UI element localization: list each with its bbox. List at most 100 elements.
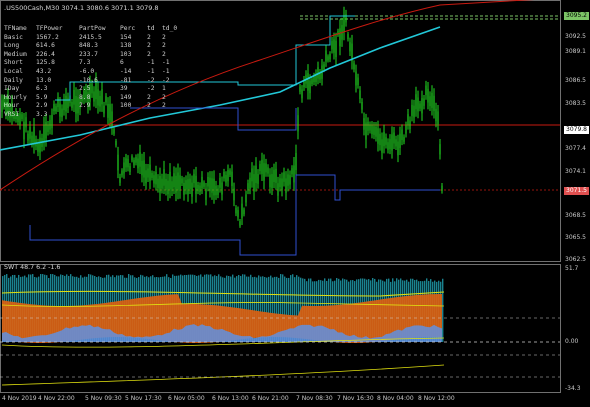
price-candle: [259, 164, 261, 172]
price-candle: [309, 80, 311, 94]
price-candle: [405, 125, 407, 134]
price-candle: [37, 143, 39, 152]
price-candle: [441, 185, 443, 191]
table-cell: -81: [120, 76, 132, 84]
table-cell: Perc: [120, 25, 136, 32]
price-candle: [23, 121, 25, 140]
table-cell: 154: [120, 33, 132, 41]
price-candle: [195, 175, 197, 194]
price-candle: [239, 221, 241, 226]
price-candle: [365, 122, 367, 140]
price-candle: [385, 137, 387, 145]
price-candle: [429, 96, 431, 107]
table-cell: [120, 111, 147, 120]
price-candle: [229, 170, 231, 175]
price-candle: [287, 174, 289, 186]
table-cell: Hourly: [4, 93, 27, 101]
price-candle: [241, 203, 243, 218]
table-cell: 2: [147, 42, 151, 50]
price-candle: [119, 176, 121, 183]
table-cell: -14: [120, 67, 132, 75]
table-cell: 100: [120, 102, 132, 110]
price-candle: [263, 163, 265, 181]
table-cell: 2: [147, 33, 151, 41]
price-candle: [201, 176, 203, 189]
price-candle: [403, 136, 405, 142]
price-candle: [153, 175, 155, 184]
price-candle: [173, 173, 175, 188]
price-candle: [245, 194, 247, 203]
price-candle: [155, 171, 157, 185]
price-candle: [273, 169, 275, 182]
table-cell: td: [147, 25, 155, 32]
price-candle: [413, 105, 415, 118]
price-candle: [183, 182, 185, 195]
table-cell: -6.0: [79, 67, 95, 75]
indicator-axis-label: -34.3: [565, 385, 581, 392]
table-cell: 13.0: [36, 76, 52, 84]
price-candle: [391, 134, 393, 151]
table-cell: 614.6: [36, 42, 55, 50]
price-tag-top: 3095.2: [564, 12, 589, 20]
table-cell: 8.8: [79, 93, 91, 101]
time-axis-label: 6 Nov 21:00: [252, 395, 289, 402]
price-candle: [349, 42, 351, 52]
table-cell: 138: [120, 42, 132, 50]
price-candle: [283, 172, 285, 182]
price-candle: [363, 118, 365, 130]
table-cell: TFPower: [36, 25, 63, 32]
indicator-axis-label: 51.7: [565, 265, 579, 272]
price-candle: [121, 170, 123, 176]
price-candle: [159, 175, 161, 193]
table-cell: 2.9: [36, 102, 48, 110]
price-axis-label: 3074.1: [565, 168, 586, 175]
price-candle: [161, 178, 163, 189]
price-candle: [347, 34, 349, 40]
price-candle: [135, 157, 137, 163]
price-candle: [277, 183, 279, 196]
price-candle: [217, 188, 219, 195]
time-axis-label: 5 Nov 17:30: [125, 395, 162, 402]
price-candle: [143, 160, 145, 178]
price-candle: [437, 111, 439, 125]
table-cell: 848.3: [79, 42, 98, 50]
table-cell: Medium: [4, 50, 27, 58]
table-cell: 2: [147, 93, 151, 101]
price-candle: [399, 133, 401, 148]
table-cell: -1: [147, 67, 155, 75]
price-candle: [301, 89, 303, 99]
price-candle: [331, 41, 333, 50]
price-candle: [209, 177, 211, 191]
price-tag-current: 3079.8: [564, 126, 589, 134]
price-candle: [335, 40, 337, 58]
price-candle: [33, 126, 35, 145]
price-candle: [1, 100, 3, 113]
table-cell: 6.3: [36, 85, 48, 93]
price-candle: [269, 174, 271, 188]
price-candle: [311, 79, 313, 84]
table-cell: 2.5: [79, 85, 91, 93]
table-header: TFName TFPower PartPow Perc td td_0: [4, 25, 177, 34]
table-cell: 2415.5: [79, 33, 102, 41]
price-candle: [393, 132, 395, 144]
time-axis-label: 7 Nov 16:30: [337, 395, 374, 402]
table-cell: -2: [147, 76, 155, 84]
table-cell: 39: [120, 85, 128, 93]
table-cell: [162, 111, 176, 120]
table-cell: 226.4: [36, 50, 55, 58]
price-candle: [113, 129, 115, 134]
price-candle: [177, 172, 179, 191]
price-candle: [415, 94, 417, 110]
price-candle: [165, 179, 167, 191]
table-row: Daily 13.0 -10.6 -81 -2 -2: [4, 77, 176, 86]
price-candle: [397, 141, 399, 156]
price-candle: [411, 104, 413, 116]
price-candle: [361, 101, 363, 110]
price-candle: [313, 75, 315, 83]
price-candle: [203, 182, 205, 187]
price-candle: [47, 124, 49, 132]
strength-table: TFName TFPower PartPow Perc td td_0 Basic 1567.…: [4, 25, 177, 120]
price-candle: [329, 53, 331, 60]
price-candle: [171, 181, 173, 192]
price-candle: [199, 185, 201, 192]
